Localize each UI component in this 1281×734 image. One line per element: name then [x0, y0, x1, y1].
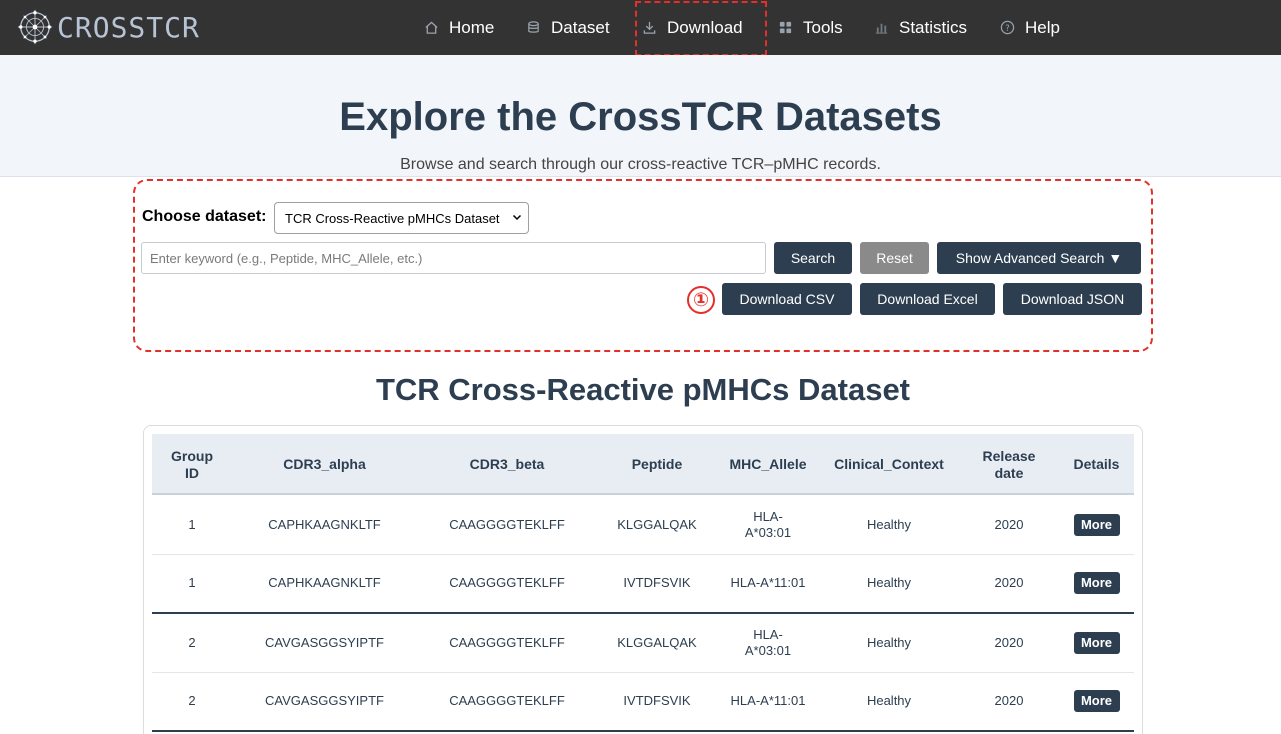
table-title: TCR Cross-Reactive pMHCs Dataset: [375, 372, 911, 407]
column-header-cdr3-beta[interactable]: CDR3_beta: [417, 434, 597, 495]
nav-tools-label: Tools: [803, 17, 843, 37]
more-button[interactable]: More: [1073, 514, 1120, 536]
nav-statistics[interactable]: Statistics: [874, 0, 967, 55]
nav-dataset[interactable]: Dataset: [526, 0, 610, 55]
help-icon: ?: [1000, 20, 1015, 35]
table-row: 1 CAPHKAAGNKLTF CAAGGGGTEKLFF IVTDFSVIK …: [152, 554, 1134, 612]
nav-statistics-label: Statistics: [899, 17, 968, 37]
nav-home[interactable]: Home: [424, 0, 494, 55]
group-divider: [152, 730, 1134, 732]
cell-peptide: IVTDFSVIK: [623, 693, 691, 708]
home-icon: [425, 21, 438, 34]
search-input[interactable]: Enter keyword (e.g., Peptide, MHC_Allele…: [141, 242, 766, 274]
download-csv-button[interactable]: Download CSV: [722, 283, 852, 315]
details-cell: More: [1059, 672, 1134, 730]
cell-clinical-context: Healthy: [866, 575, 912, 590]
database-icon: [528, 21, 539, 33]
more-button[interactable]: More: [1073, 632, 1120, 654]
column-header-mhc-allele[interactable]: MHC_Allele: [717, 434, 819, 495]
table-row: 2 CAVGASGGSYIPTF CAAGGGGTEKLFF IVTDFSVIK…: [152, 672, 1134, 730]
choose-dataset-label: Choose dataset:: [142, 208, 267, 225]
logo-icon: [17, 9, 53, 45]
tools-icon: [779, 21, 792, 34]
cell-release-date: 2020: [994, 517, 1024, 532]
chevron-down-icon: [512, 214, 522, 221]
cell-cdr3-alpha: CAPHKAAGNKLTF: [268, 575, 381, 590]
more-button[interactable]: More: [1073, 572, 1120, 594]
column-header-clinical-context[interactable]: Clinical_Context: [819, 434, 959, 495]
cell-cdr3-beta: CAAGGGGTEKLFF: [449, 517, 565, 532]
cell-release-date: 2020: [994, 693, 1024, 708]
page-subtitle: Browse and search through our cross-reac…: [400, 156, 881, 173]
logo-text: CROSSTCR: [57, 10, 200, 44]
bar-chart-icon: [875, 23, 888, 34]
table-header: Group ID CDR3_alpha CDR3_beta Peptide MH…: [152, 434, 1134, 495]
hero-banner: Explore the CrossTCR Datasets Browse and…: [0, 55, 1281, 177]
cell-mhc-allele: HLA-A*03:01: [744, 627, 792, 658]
cell-peptide: KLGGALQAK: [617, 635, 697, 650]
search-input-placeholder: Enter keyword (e.g., Peptide, MHC_Allele…: [150, 250, 423, 266]
cell-cdr3-beta: CAAGGGGTEKLFF: [449, 693, 565, 708]
more-button[interactable]: More: [1073, 690, 1120, 712]
cell-cdr3-beta: CAAGGGGTEKLFF: [449, 635, 565, 650]
column-header-release-date[interactable]: Release date: [959, 434, 1059, 495]
column-header-cdr3-alpha[interactable]: CDR3_alpha: [232, 434, 417, 495]
page-title: Explore the CrossTCR Datasets: [339, 95, 942, 139]
column-header-peptide[interactable]: Peptide: [597, 434, 717, 495]
column-header-details: Details: [1073, 456, 1120, 472]
cell-mhc-allele: HLA-A*11:01: [730, 693, 806, 708]
cell-release-date: 2020: [994, 575, 1024, 590]
svg-text:?: ?: [1005, 23, 1009, 33]
nav-dataset-label: Dataset: [551, 17, 610, 37]
nav-tools[interactable]: Tools: [778, 0, 843, 55]
details-cell: More: [1059, 554, 1134, 612]
cell-group-id: 2: [188, 635, 196, 650]
reset-button[interactable]: Reset: [860, 242, 929, 274]
cell-release-date: 2020: [994, 635, 1024, 650]
cell-clinical-context: Healthy: [866, 693, 912, 708]
cell-cdr3-alpha: CAPHKAAGNKLTF: [268, 517, 381, 532]
cell-cdr3-alpha: CAVGASGGSYIPTF: [265, 693, 384, 708]
search-button[interactable]: Search: [774, 242, 852, 274]
table-row: 2 CAVGASGGSYIPTF CAAGGGGTEKLFF KLGGALQAK…: [152, 614, 1134, 672]
cell-group-id: 1: [188, 517, 196, 532]
advanced-search-toggle[interactable]: Show Advanced Search ▼: [937, 242, 1141, 274]
dataset-select-value: TCR Cross-Reactive pMHCs Dataset: [285, 210, 500, 226]
cell-cdr3-beta: CAAGGGGTEKLFF: [449, 575, 565, 590]
column-header-group-id[interactable]: Group ID: [152, 434, 232, 495]
cell-cdr3-alpha: CAVGASGGSYIPTF: [265, 635, 384, 650]
details-cell: More: [1059, 614, 1134, 672]
download-json-button[interactable]: Download JSON: [1003, 283, 1142, 315]
nav-help[interactable]: ? Help: [1000, 0, 1060, 55]
cell-clinical-context: Healthy: [866, 635, 912, 650]
download-excel-button[interactable]: Download Excel: [860, 283, 995, 315]
site-logo[interactable]: CROSSTCR: [16, 7, 200, 47]
cell-group-id: 1: [188, 575, 196, 590]
cell-peptide: IVTDFSVIK: [623, 575, 691, 590]
details-cell: More: [1059, 496, 1134, 554]
cell-peptide: KLGGALQAK: [617, 517, 697, 532]
cell-mhc-allele: HLA-A*11:01: [730, 575, 806, 590]
nav-help-label: Help: [1025, 17, 1060, 37]
nav-home-label: Home: [449, 17, 495, 37]
cell-clinical-context: Healthy: [866, 517, 912, 532]
dataset-select[interactable]: TCR Cross-Reactive pMHCs Dataset: [274, 202, 529, 234]
annotation-marker-1: ①: [687, 286, 715, 314]
table-row: 1 CAPHKAAGNKLTF CAAGGGGTEKLFF KLGGALQAK …: [152, 496, 1134, 554]
download-highlight-box: [635, 1, 767, 56]
cell-group-id: 2: [188, 693, 196, 708]
cell-mhc-allele: HLA-A*03:01: [744, 509, 792, 540]
